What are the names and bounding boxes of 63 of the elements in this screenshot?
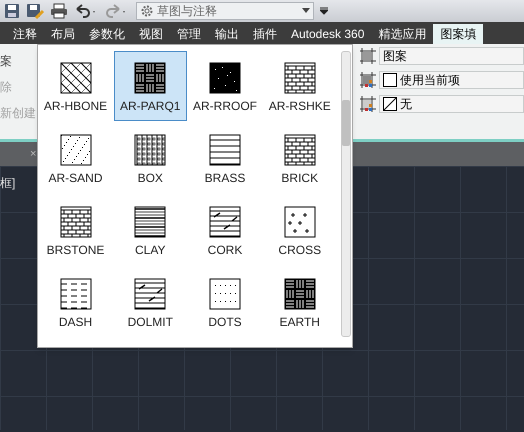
ribbon-label: 除: [0, 79, 12, 96]
scrollbar[interactable]: [341, 51, 351, 337]
property-field[interactable]: 图案: [379, 47, 524, 65]
hatch-pattern-icon: [60, 134, 92, 166]
ribbon-tab[interactable]: 参数化: [82, 24, 132, 44]
customize-caret-icon[interactable]: [320, 7, 328, 15]
pattern-gallery-item[interactable]: BRASS: [188, 123, 262, 193]
hatch-pattern-icon: [134, 278, 166, 310]
color-swatch-icon: [383, 73, 397, 87]
pattern-gallery-item[interactable]: AR-RROOF: [188, 51, 262, 121]
ribbon-tab[interactable]: 插件: [246, 24, 284, 44]
pattern-gallery-item[interactable]: EARTH: [263, 267, 336, 337]
hatch-pattern-icon: [284, 206, 316, 238]
workspace-name: 草图与注释: [157, 3, 218, 20]
hatch-pattern-icon: [60, 206, 92, 238]
hatch-pattern-icon: [134, 134, 166, 166]
property-field[interactable]: 使用当前项: [379, 71, 524, 89]
ribbon-tab[interactable]: 视图: [132, 24, 170, 44]
ribbon-tab[interactable]: 布局: [44, 24, 82, 44]
hatch-property-icon: [359, 71, 377, 89]
hatch-pattern-icon: [209, 206, 241, 238]
pattern-gallery-item[interactable]: DOTS: [188, 267, 262, 337]
print-icon[interactable]: [50, 3, 68, 19]
ribbon-tab[interactable]: 管理: [170, 24, 208, 44]
caret-icon: [302, 8, 310, 14]
save-as-icon[interactable]: [26, 3, 44, 19]
hatch-pattern-icon: [134, 62, 166, 94]
pattern-gallery-item[interactable]: AR-RSHKE: [263, 51, 336, 121]
hatch-property-icon: [359, 47, 377, 65]
pattern-gallery-item[interactable]: DOLMIT: [114, 267, 187, 337]
hatch-property-icon: [359, 95, 377, 113]
ribbon-tab[interactable]: 精选应用: [371, 24, 434, 44]
ribbon-tab[interactable]: Autodesk 360: [284, 24, 372, 44]
ribbon-tab[interactable]: 图案填: [433, 24, 484, 44]
workspace-dropdown[interactable]: 草图与注释: [136, 2, 314, 20]
property-field[interactable]: 无: [379, 95, 524, 113]
hatch-pattern-icon: [209, 134, 241, 166]
ribbon-label: 案: [0, 53, 12, 70]
pattern-gallery-item[interactable]: AR-SAND: [39, 123, 112, 193]
hatch-pattern-icon: [209, 62, 241, 94]
ribbon-tab[interactable]: 注释: [6, 24, 44, 44]
ribbon-label: 新创建: [0, 105, 36, 122]
save-icon[interactable]: [4, 3, 20, 19]
ribbon-tab[interactable]: 输出: [208, 24, 246, 44]
hatch-pattern-icon: [60, 62, 92, 94]
pattern-gallery-item[interactable]: BOX: [114, 123, 187, 193]
viewport-label: 框]: [0, 176, 16, 190]
undo-icon[interactable]: [74, 3, 98, 19]
pattern-gallery-item[interactable]: BRICK: [263, 123, 336, 193]
hatch-pattern-icon: [284, 134, 316, 166]
gear-icon: [140, 4, 154, 18]
pattern-gallery-item[interactable]: BRSTONE: [39, 195, 112, 265]
pattern-gallery-item[interactable]: CORK: [188, 195, 262, 265]
pattern-gallery-item[interactable]: CLAY: [114, 195, 187, 265]
hatch-pattern-icon: [284, 278, 316, 310]
pattern-gallery-item[interactable]: AR-PARQ1: [114, 51, 187, 121]
hatch-pattern-icon: [209, 278, 241, 310]
hatch-pattern-icon: [134, 206, 166, 238]
pattern-gallery-item[interactable]: DASH: [39, 267, 112, 337]
hatch-pattern-icon: [60, 278, 92, 310]
no-color-swatch-icon: [383, 97, 397, 111]
pattern-gallery-item[interactable]: CROSS: [263, 195, 336, 265]
hatch-pattern-icon: [284, 62, 316, 94]
